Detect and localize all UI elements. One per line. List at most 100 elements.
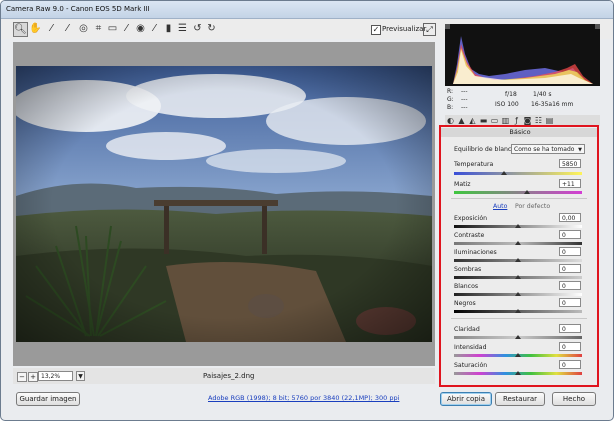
exposure-thumb[interactable] (515, 224, 521, 228)
g-value: --- (461, 96, 468, 103)
lens-corrections-tab-icon[interactable]: ▥ (501, 116, 510, 125)
contrast-thumb[interactable] (515, 241, 521, 245)
r-label: R: (447, 88, 454, 95)
straighten-tool-icon[interactable]: ▭ (106, 22, 119, 35)
slider-label: Sombras (454, 266, 482, 273)
shadows-field[interactable]: 0 (559, 264, 581, 273)
zoom-level-field[interactable]: 13,2% (38, 371, 73, 381)
zoom-in-button[interactable]: + (28, 372, 38, 382)
hand-tool-icon[interactable]: ✋ (29, 22, 42, 35)
panel-tabs: ◐ ▲ ◭ ▬ ▭ ▥ ƒ ◙ ☷ ▤ (445, 115, 600, 126)
temperature-thumb[interactable] (501, 171, 507, 175)
landscape-photo (16, 66, 432, 342)
basic-panel: Básico Equilibrio de blancos: Como se ha… (441, 126, 599, 389)
crop-tool-icon[interactable]: ⌗ (92, 22, 105, 35)
slider-label: Exposición (454, 215, 488, 222)
rotate-right-icon[interactable]: ↻ (205, 22, 218, 35)
effects-tab-icon[interactable]: ƒ (512, 116, 521, 125)
highlights-thumb[interactable] (515, 258, 521, 262)
hsl-tab-icon[interactable]: ▬ (479, 116, 488, 125)
whites-field[interactable]: 0 (559, 281, 581, 290)
saturation-thumb[interactable] (515, 371, 521, 375)
clarity-thumb[interactable] (515, 335, 521, 339)
temperature-field[interactable]: 5850 (559, 159, 581, 168)
b-label: B: (447, 104, 454, 111)
slider-label: Saturación (454, 362, 488, 369)
divider (451, 198, 587, 199)
g-label: G: (447, 96, 454, 103)
adjustment-brush-icon[interactable]: ⁄ (148, 22, 161, 35)
vibrance-thumb[interactable] (515, 353, 521, 357)
file-name: Paisajes_2.dng (203, 372, 255, 380)
b-value: --- (461, 104, 468, 111)
preview-checkbox[interactable]: ✓ (371, 25, 381, 35)
tint-field[interactable]: +11 (559, 179, 581, 188)
saturation-field[interactable]: 0 (559, 360, 581, 369)
default-link[interactable]: Por defecto (515, 203, 550, 210)
detail-tab-icon[interactable]: ◭ (468, 116, 477, 125)
slider-label: Matiz (454, 181, 471, 188)
camera-raw-window: Camera Raw 9.0 - Canon EOS 5D Mark III 🔍… (0, 0, 614, 421)
basic-tab-icon[interactable]: ◐ (446, 116, 455, 125)
slider-label: Intensidad (454, 344, 487, 351)
red-eye-tool-icon[interactable]: ◉ (134, 22, 147, 35)
image-canvas[interactable] (13, 42, 435, 366)
spot-removal-tool-icon[interactable]: ⁄ (120, 22, 133, 35)
split-toning-tab-icon[interactable]: ▭ (490, 116, 499, 125)
contrast-field[interactable]: 0 (559, 230, 581, 239)
camera-calibration-tab-icon[interactable]: ◙ (523, 116, 532, 125)
slider-label: Negros (454, 300, 476, 307)
slider-label: Claridad (454, 326, 480, 333)
radial-filter-icon[interactable]: ☰ (176, 22, 189, 35)
auto-link[interactable]: Auto (493, 203, 507, 210)
clarity-field[interactable]: 0 (559, 324, 581, 333)
aperture: f/18 (505, 91, 517, 98)
temperature-track[interactable] (454, 172, 582, 175)
blacks-thumb[interactable] (515, 309, 521, 313)
slider-label: Iluminaciones (454, 249, 497, 256)
preview-label: Previsualizar (382, 25, 427, 33)
presets-tab-icon[interactable]: ☷ (534, 116, 543, 125)
white-balance-tool-icon[interactable]: ⁄ (45, 22, 58, 35)
whites-thumb[interactable] (515, 292, 521, 296)
color-sampler-tool-icon[interactable]: ⁄ (61, 22, 74, 35)
tone-curve-tab-icon[interactable]: ▲ (457, 116, 466, 125)
graduated-filter-icon[interactable]: ▮ (162, 22, 175, 35)
save-image-button[interactable]: Guardar imagen (16, 392, 80, 406)
snapshots-tab-icon[interactable]: ▤ (545, 116, 554, 125)
slider-label: Contraste (454, 232, 485, 239)
histogram (445, 24, 600, 86)
panel-title: Básico (441, 128, 599, 137)
zoom-tool-icon[interactable]: 🔍︎ (13, 22, 28, 37)
divider (451, 318, 587, 319)
white-balance-value: Como se ha tomado (514, 146, 575, 153)
exposure-field[interactable]: 0,00 (559, 213, 581, 222)
zoom-dropdown-icon[interactable]: ▼ (76, 371, 85, 381)
done-button[interactable]: Hecho (552, 392, 596, 406)
workflow-options-link[interactable]: Adobe RGB (1998); 8 bit; 5760 por 3840 (… (208, 394, 399, 402)
white-balance-select[interactable]: Como se ha tomado ▼ (511, 144, 585, 154)
slider-label: Temperatura (454, 161, 494, 168)
targeted-adjustment-tool-icon[interactable]: ◎ (77, 22, 90, 35)
chevron-down-icon: ▼ (578, 147, 582, 153)
shadows-thumb[interactable] (515, 275, 521, 279)
zoom-out-button[interactable]: − (17, 372, 27, 382)
vibrance-field[interactable]: 0 (559, 342, 581, 351)
image-status-bar: − + 13,2% ▼ Paisajes_2.dng (13, 368, 435, 384)
shutter-speed: 1/40 s (533, 91, 552, 98)
rotate-left-icon[interactable]: ↺ (191, 22, 204, 35)
highlights-field[interactable]: 0 (559, 247, 581, 256)
slider-label: Blancos (454, 283, 479, 290)
lens: 16-35a16 mm (531, 101, 574, 108)
blacks-field[interactable]: 0 (559, 298, 581, 307)
r-value: --- (461, 88, 468, 95)
title-bar: Camera Raw 9.0 - Canon EOS 5D Mark III (1, 1, 613, 19)
iso: ISO 100 (495, 101, 519, 108)
tint-track[interactable] (454, 191, 582, 194)
reset-button[interactable]: Restaurar (495, 392, 545, 406)
open-copy-button[interactable]: Abrir copia (440, 392, 492, 406)
tint-thumb[interactable] (524, 190, 530, 194)
rgb-readout: R: --- G: --- B: --- f/18 1/40 s ISO 100… (445, 87, 600, 113)
fullscreen-icon[interactable]: ⤢ (423, 23, 436, 36)
window-title: Camera Raw 9.0 - Canon EOS 5D Mark III (6, 5, 150, 13)
